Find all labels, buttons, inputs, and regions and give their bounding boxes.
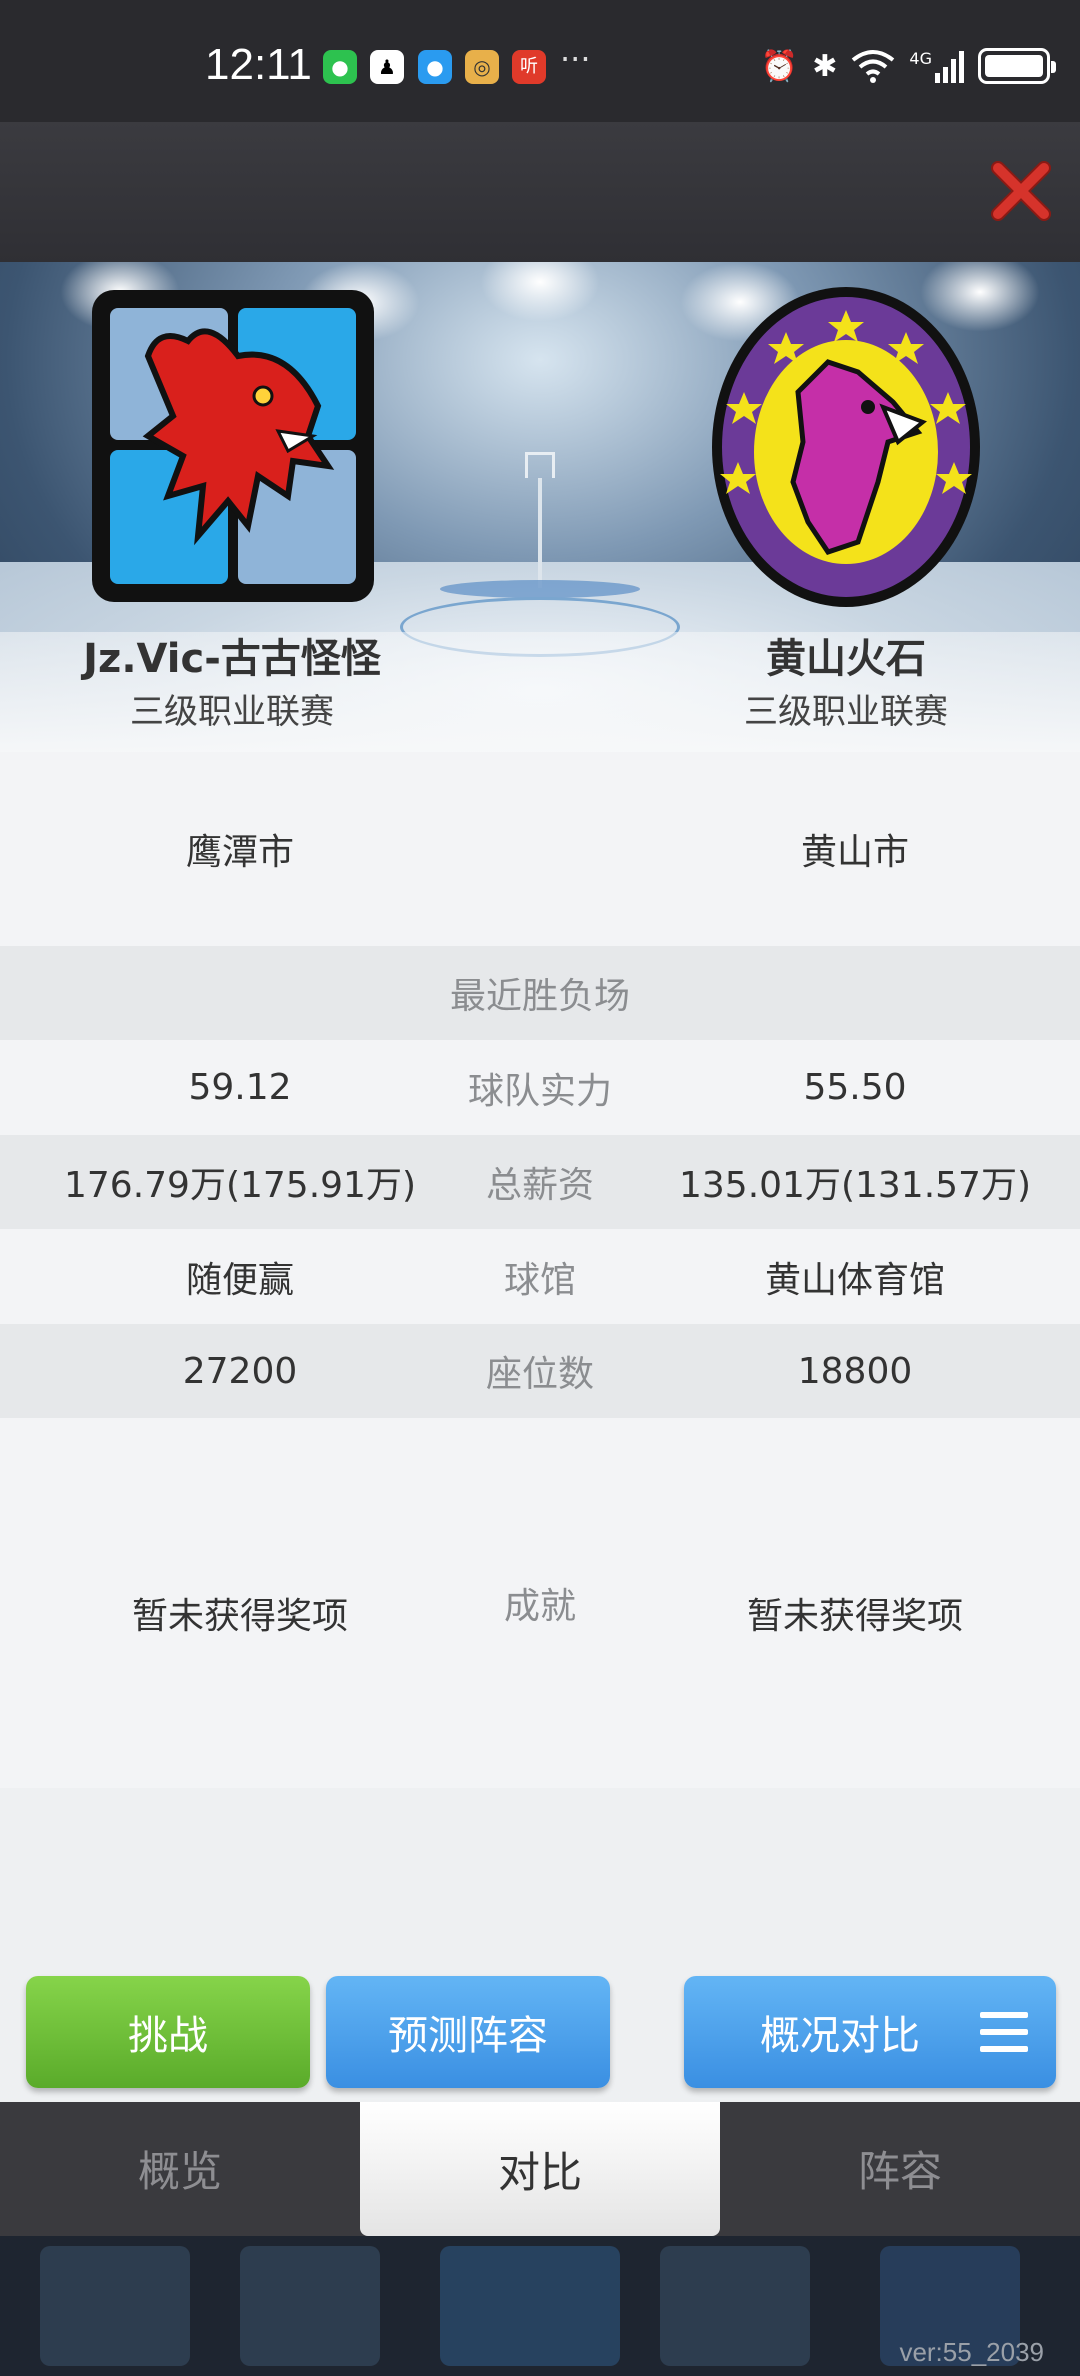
seats-right: 18800 <box>797 1350 913 1392</box>
overview-compare-label: 概况对比 <box>760 2013 920 2059</box>
achievements-right: 暂未获得奖项 <box>746 1596 963 1637</box>
nav-item-4[interactable] <box>660 2246 810 2366</box>
tab-overview[interactable]: 概览 <box>0 2102 360 2234</box>
team-banner: Jz.Vic-古古怪怪 三级职业联赛 黄山火石 三级职业联赛 <box>0 262 1080 752</box>
tab-compare[interactable]: 对比 <box>360 2102 720 2236</box>
seats-row: 27200 座位数 18800 <box>0 1324 1080 1418</box>
city-right: 黄山市 <box>800 832 909 873</box>
strength-label: 球队实力 <box>467 1070 612 1112</box>
overview-compare-button[interactable]: 概况对比 <box>684 1976 1056 2088</box>
tab-roster[interactable]: 阵容 <box>720 2102 1080 2234</box>
battery-icon <box>978 48 1056 84</box>
salary-right: 135.01万(131.57万) <box>678 1165 1032 1206</box>
status-time: 12:11 <box>205 40 312 89</box>
nav-item-1[interactable] <box>40 2246 190 2366</box>
header-bar <box>0 122 1080 262</box>
close-icon[interactable] <box>990 160 1052 222</box>
achievements-row: 暂未获得奖项 成就 暂未获得奖项 <box>0 1418 1080 1788</box>
alarm-icon: ⏰ <box>760 48 799 84</box>
strength-right: 55.50 <box>803 1067 907 1108</box>
team-logo-right <box>712 287 980 607</box>
city-row: 鹰潭市 黄山市 <box>0 752 1080 946</box>
team-league-right: 三级职业联赛 <box>744 692 948 732</box>
app-icon: ◎ <box>465 50 499 84</box>
signal-4g-icon: 4G <box>909 49 964 83</box>
bottom-navigation: ver:55_2039 <box>0 2236 1080 2376</box>
seats-label: 座位数 <box>485 1354 594 1395</box>
arena-row: 随便赢 球馆 黄山体育馆 <box>0 1229 1080 1324</box>
network-type: 4G <box>909 49 932 68</box>
nav-item-2[interactable] <box>240 2246 380 2366</box>
comparison-table: 鹰潭市 黄山市 最近胜负场 59.12 球队实力 55.50 176.79万(1… <box>0 752 1080 2102</box>
recent-record-row: 最近胜负场 <box>0 946 1080 1040</box>
challenge-button[interactable]: 挑战 <box>26 1976 310 2088</box>
salary-row: 176.79万(175.91万) 总薪资 135.01万(131.57万) <box>0 1135 1080 1229</box>
team-strength-row: 59.12 球队实力 55.50 <box>0 1040 1080 1135</box>
salary-label: 总薪资 <box>485 1165 594 1206</box>
more-notifications-icon: ··· <box>560 40 591 78</box>
achievements-label: 成就 <box>503 1586 576 1627</box>
menu-icon[interactable] <box>980 2012 1028 2052</box>
tab-bar: 概览 对比 阵容 <box>0 2102 1080 2236</box>
arena-label: 球馆 <box>503 1259 576 1301</box>
predict-lineup-button[interactable]: 预测阵容 <box>326 1976 610 2088</box>
message-icon: ● <box>418 50 452 84</box>
status-right-group: ⏰ ✱ 4G <box>760 44 1056 88</box>
status-bar: 12:11 ● ♟ ● ◎ 听 ··· ⏰ ✱ 4G <box>0 0 1080 122</box>
bluetooth-icon: ✱ <box>812 48 838 84</box>
city-left: 鹰潭市 <box>185 832 294 873</box>
wifi-icon <box>852 50 895 83</box>
team-logo-left <box>92 290 374 602</box>
arena-right: 黄山体育馆 <box>764 1259 945 1301</box>
version-label: ver:55_2039 <box>899 2337 1044 2367</box>
team-league-left: 三级职业联赛 <box>130 692 334 732</box>
nav-item-3[interactable] <box>440 2246 620 2366</box>
qq-icon: ♟ <box>370 50 404 84</box>
wechat-icon: ● <box>323 50 357 84</box>
team-name-right: 黄山火石 <box>766 636 926 682</box>
team-name-left: Jz.Vic-古古怪怪 <box>83 636 381 682</box>
recent-record-label: 最近胜负场 <box>449 976 630 1017</box>
ting-icon: 听 <box>512 50 546 84</box>
